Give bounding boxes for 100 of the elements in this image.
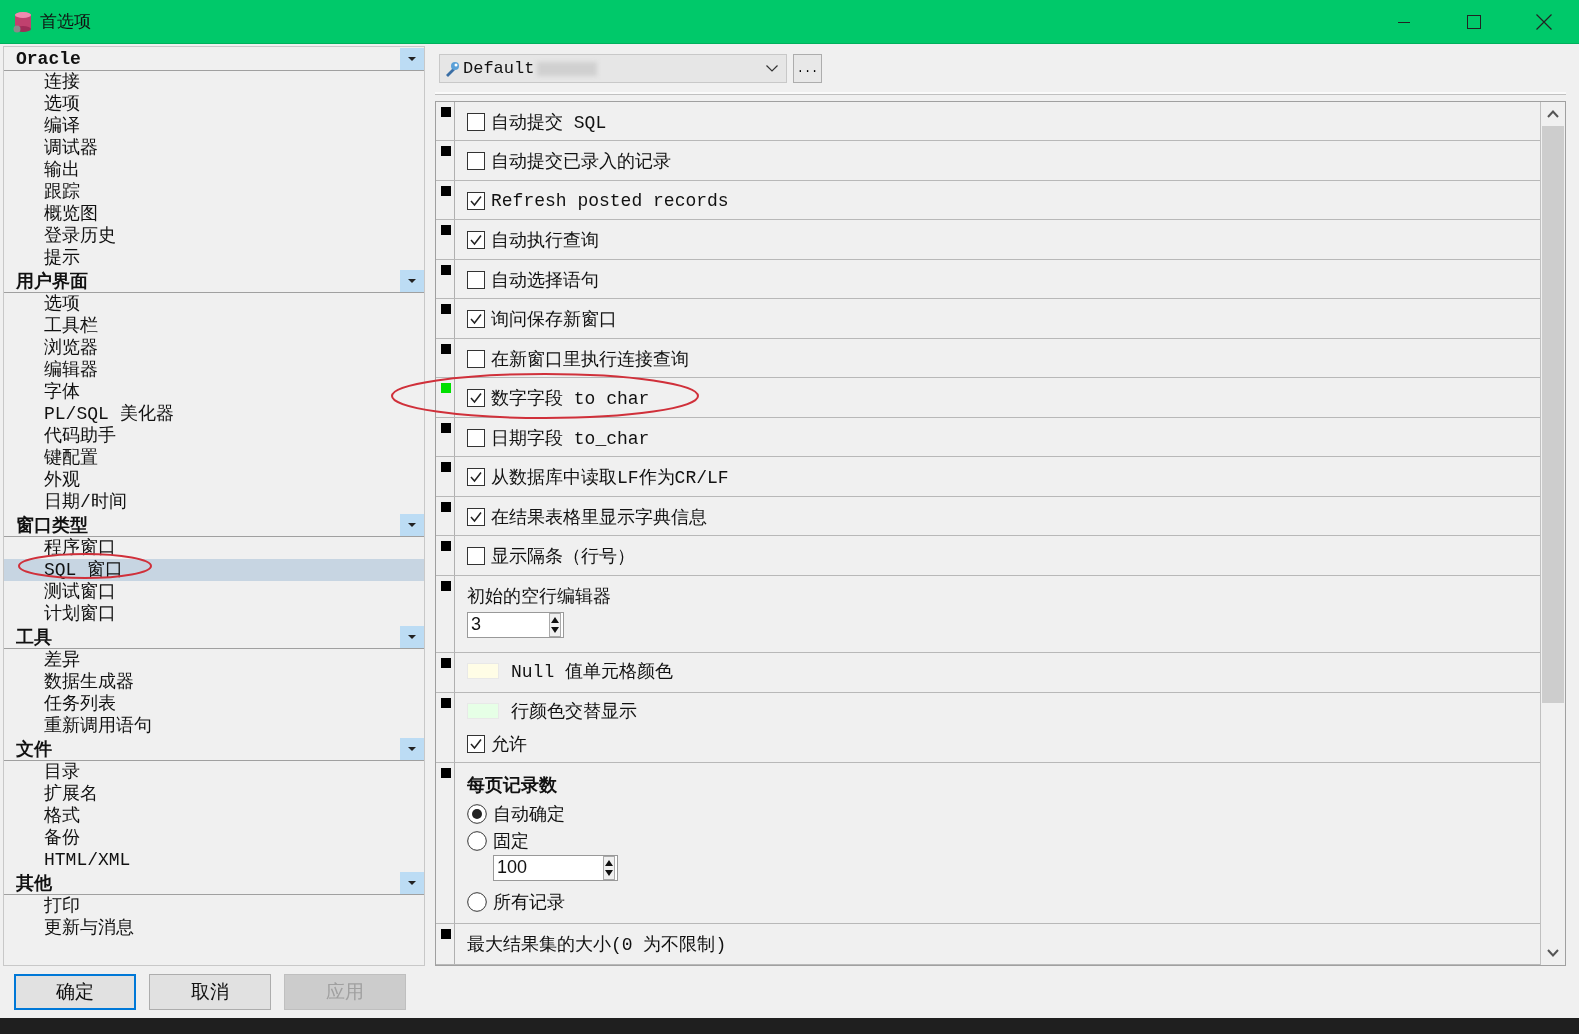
radio-button[interactable] (467, 892, 487, 913)
option-label: 行颜色交替显示 (511, 701, 637, 724)
number-field[interactable]: 3 (467, 611, 564, 638)
maximize-icon (1467, 15, 1481, 29)
dialog-button[interactable]: 确定 (14, 974, 136, 1010)
category-header[interactable]: 文件 (4, 737, 424, 761)
number-field[interactable]: 100 (493, 854, 618, 881)
collapse-button[interactable] (400, 625, 424, 648)
checkbox[interactable] (467, 507, 485, 526)
radio-button[interactable] (467, 831, 487, 852)
checkbox[interactable] (467, 270, 485, 289)
category-item[interactable]: 重新调用语句 (4, 715, 424, 737)
category-item[interactable]: 外观 (4, 469, 424, 491)
close-icon (1536, 14, 1552, 30)
more-button[interactable]: ... (793, 54, 822, 84)
dialog-button[interactable]: 取消 (149, 974, 271, 1010)
category-header[interactable]: Oracle (4, 47, 424, 71)
category-item[interactable]: 字体 (4, 381, 424, 403)
option-label: 自动提交 SQL (491, 111, 607, 134)
category-item[interactable]: HTML/XML (4, 849, 424, 871)
checkbox[interactable] (467, 547, 485, 566)
category-item[interactable]: 编译 (4, 115, 424, 137)
category-header[interactable]: 工具 (4, 625, 424, 649)
option-label: 自动选择语句 (491, 269, 599, 292)
category-item[interactable]: 日期/时间 (4, 491, 424, 513)
option-label: 所有记录 (493, 892, 565, 915)
checkbox[interactable] (467, 349, 485, 368)
option-label: 询问保存新窗口 (491, 309, 617, 332)
category-item[interactable]: 跟踪 (4, 181, 424, 203)
caret-icon (408, 746, 416, 751)
checkbox[interactable] (467, 428, 485, 447)
category-header[interactable]: 窗口类型 (4, 513, 424, 537)
category-header[interactable]: 用户界面 (4, 269, 424, 293)
category-item[interactable]: 提示 (4, 247, 424, 269)
category-item[interactable]: 键配置 (4, 447, 424, 469)
scrollbar-thumb[interactable] (1542, 125, 1564, 703)
category-item[interactable]: 工具栏 (4, 315, 424, 337)
checkbox[interactable] (467, 310, 485, 329)
checkbox[interactable] (467, 735, 485, 754)
category-item[interactable]: 格式 (4, 805, 424, 827)
category-item[interactable]: 测试窗口 (4, 581, 424, 603)
scrollbar[interactable] (1540, 101, 1565, 965)
option-label: 从数据库中读取LF作为CR/LF (491, 467, 729, 490)
category-title: 窗口类型 (16, 514, 88, 537)
radio-button[interactable] (467, 804, 487, 825)
window-title: 首选项 (40, 10, 91, 33)
collapse-button[interactable] (400, 513, 424, 536)
category-item[interactable]: SQL 窗口 (4, 559, 424, 581)
chevron-down-icon (1547, 949, 1559, 957)
category-item[interactable]: 概览图 (4, 203, 424, 225)
category-item[interactable]: 输出 (4, 159, 424, 181)
checkbox[interactable] (467, 191, 485, 210)
category-item[interactable]: 选项 (4, 293, 424, 315)
category-item[interactable]: 选项 (4, 93, 424, 115)
category-item[interactable]: 目录 (4, 761, 424, 783)
category-item[interactable]: PL/SQL 美化器 (4, 403, 424, 425)
collapse-button[interactable] (400, 269, 424, 292)
option-label: 允许 (491, 734, 527, 757)
category-item[interactable]: 打印 (4, 895, 424, 917)
option-label: Null 值单元格颜色 (511, 661, 673, 684)
chevron-down-icon (766, 65, 778, 73)
category-item[interactable]: 备份 (4, 827, 424, 849)
option-label: 在结果表格里显示字典信息 (491, 506, 707, 529)
category-item[interactable]: 代码助手 (4, 425, 424, 447)
option-label: 最大结果集的大小(0 为不限制) (467, 933, 727, 956)
profile-dropdown[interactable]: Default (439, 54, 787, 84)
category-item[interactable]: 浏览器 (4, 337, 424, 359)
database-icon (12, 9, 34, 34)
category-item[interactable]: 扩展名 (4, 783, 424, 805)
option-label: 自动执行查询 (491, 230, 599, 253)
caret-icon (408, 56, 416, 61)
category-item[interactable]: 登录历史 (4, 225, 424, 247)
wrench-icon (444, 60, 460, 77)
option-label: 日期字段 to_char (491, 427, 650, 450)
option-label: 在新窗口里执行连接查询 (491, 348, 689, 371)
option-label: 自动提交已录入的记录 (491, 151, 671, 174)
option-label: 显示隔条（行号） (491, 546, 635, 569)
category-item[interactable]: 计划窗口 (4, 603, 424, 625)
category-item[interactable]: 数据生成器 (4, 671, 424, 693)
caret-icon (408, 522, 416, 527)
checkbox[interactable] (467, 389, 485, 408)
collapse-button[interactable] (400, 47, 424, 70)
category-item[interactable]: 更新与消息 (4, 917, 424, 939)
category-item[interactable]: 连接 (4, 71, 424, 93)
category-title: 工具 (16, 626, 52, 649)
category-item[interactable]: 调试器 (4, 137, 424, 159)
option-label: 初始的空行编辑器 (467, 585, 611, 608)
checkbox[interactable] (467, 231, 485, 250)
category-item[interactable]: 编辑器 (4, 359, 424, 381)
category-header[interactable]: 其他 (4, 871, 424, 895)
checkbox[interactable] (467, 152, 485, 171)
collapse-button[interactable] (400, 871, 424, 894)
checkbox[interactable] (467, 112, 485, 131)
collapse-button[interactable] (400, 737, 424, 760)
checkbox[interactable] (467, 468, 485, 487)
group-title: 每页记录数 (467, 774, 558, 797)
option-label: Refresh posted records (491, 190, 729, 211)
category-title: 文件 (16, 738, 52, 761)
category-item[interactable]: 任务列表 (4, 693, 424, 715)
category-item[interactable]: 差异 (4, 649, 424, 671)
